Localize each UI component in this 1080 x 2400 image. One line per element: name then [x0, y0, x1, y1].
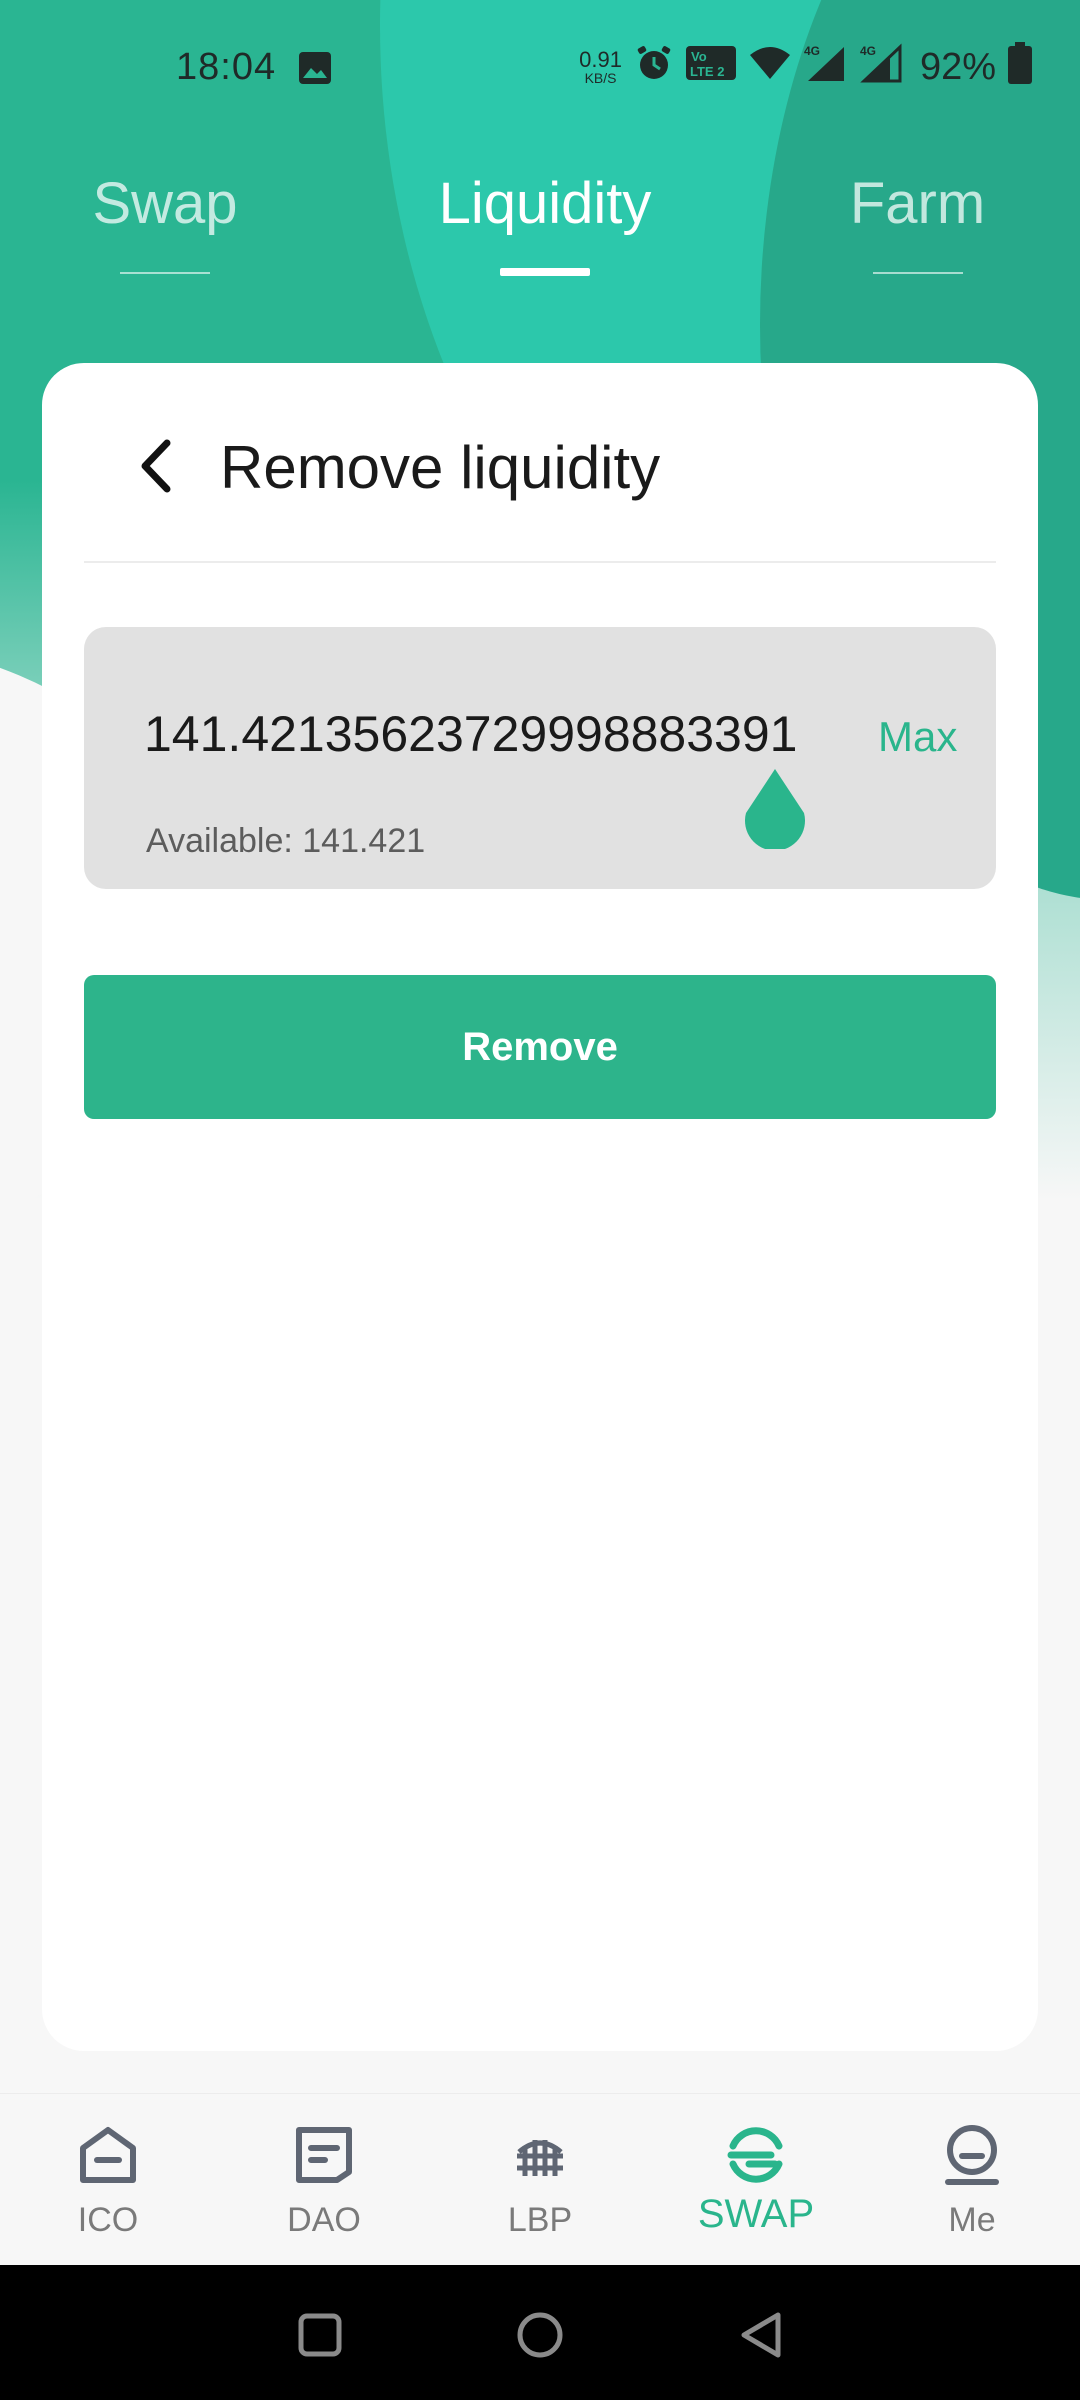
me-icon: [937, 2120, 1007, 2190]
bottom-navigation: ICO DAO LBP SWAP Me: [0, 2093, 1080, 2265]
tab-label: Farm: [849, 171, 986, 236]
tab-underline: [120, 272, 210, 274]
card-header: Remove liquidity: [42, 363, 1038, 563]
nav-label: LBP: [507, 2201, 573, 2239]
lbp-icon: [505, 2120, 575, 2190]
nav-item-dao[interactable]: DAO: [216, 2094, 432, 2266]
wifi-icon: [748, 45, 792, 90]
svg-text:LTE 2: LTE 2: [690, 64, 724, 79]
triangle-back-icon: [741, 2312, 781, 2358]
nav-item-ico[interactable]: ICO: [0, 2094, 216, 2266]
nav-label: ICO: [77, 2201, 139, 2239]
available-balance: Available: 141.421: [146, 822, 426, 860]
battery-percent: 92%: [919, 45, 996, 88]
svg-text:4G: 4G: [860, 44, 876, 58]
volte-icon: Vo LTE 2: [685, 44, 736, 91]
remove-button[interactable]: Remove: [84, 975, 996, 1119]
tab-label: Swap: [92, 171, 238, 236]
chevron-left-icon: [141, 439, 171, 493]
nav-item-me[interactable]: Me: [864, 2094, 1080, 2266]
tab-label: Liquidity: [438, 171, 652, 236]
status-right-cluster: 0.91 KB/S Vo LTE 2 4G 4G 92%: [579, 41, 1032, 93]
back-button[interactable]: [122, 431, 192, 501]
status-time: 18:04: [176, 46, 277, 88]
tab-swap[interactable]: Swap: [60, 160, 270, 290]
page-title: Remove liquidity: [220, 434, 661, 501]
back-nav-button[interactable]: [734, 2307, 790, 2363]
header-divider: [84, 561, 996, 563]
battery-icon: [1008, 41, 1032, 93]
recents-button[interactable]: [292, 2307, 348, 2363]
nav-label: DAO: [287, 2201, 361, 2239]
nav-label: SWAP: [697, 2192, 815, 2236]
tab-underline: [872, 272, 963, 274]
nav-item-lbp[interactable]: LBP: [432, 2094, 648, 2266]
svg-text:Vo: Vo: [691, 49, 707, 64]
ico-icon: [73, 2120, 143, 2190]
network-speed: 0.91 KB/S: [579, 47, 622, 86]
status-bar: 18:04 0.91 KB/S Vo LTE 2 4G 4G 92%: [0, 0, 1080, 135]
alarm-icon: [634, 43, 674, 92]
network-speed-value: 0.91: [579, 47, 622, 72]
nav-label: Me: [948, 2201, 996, 2239]
swap-icon: [721, 2120, 791, 2190]
signal-icon: 4G: [804, 43, 848, 92]
nav-item-swap[interactable]: SWAP: [648, 2094, 864, 2266]
tab-active-indicator: [500, 268, 590, 276]
remove-liquidity-card: Remove liquidity Max Available: 141.421 …: [42, 363, 1038, 2051]
dao-icon: [289, 2120, 359, 2190]
tab-liquidity[interactable]: Liquidity: [400, 160, 690, 290]
system-navigation-bar: [0, 2265, 1080, 2400]
amount-input[interactable]: [144, 699, 824, 769]
svg-text:4G: 4G: [804, 44, 820, 58]
amount-panel: Max Available: 141.421: [84, 627, 996, 889]
tab-farm[interactable]: Farm: [815, 160, 1020, 290]
signal-icon: 4G: [860, 43, 904, 92]
top-tabs: Swap Liquidity Farm: [0, 160, 1080, 290]
square-icon: [298, 2313, 342, 2357]
network-speed-unit: KB/S: [584, 70, 617, 86]
image-notification-icon: [298, 51, 332, 94]
circle-icon: [517, 2312, 563, 2358]
home-button[interactable]: [512, 2307, 568, 2363]
cursor-handle-icon[interactable]: [742, 767, 808, 851]
max-button[interactable]: Max: [878, 707, 957, 767]
